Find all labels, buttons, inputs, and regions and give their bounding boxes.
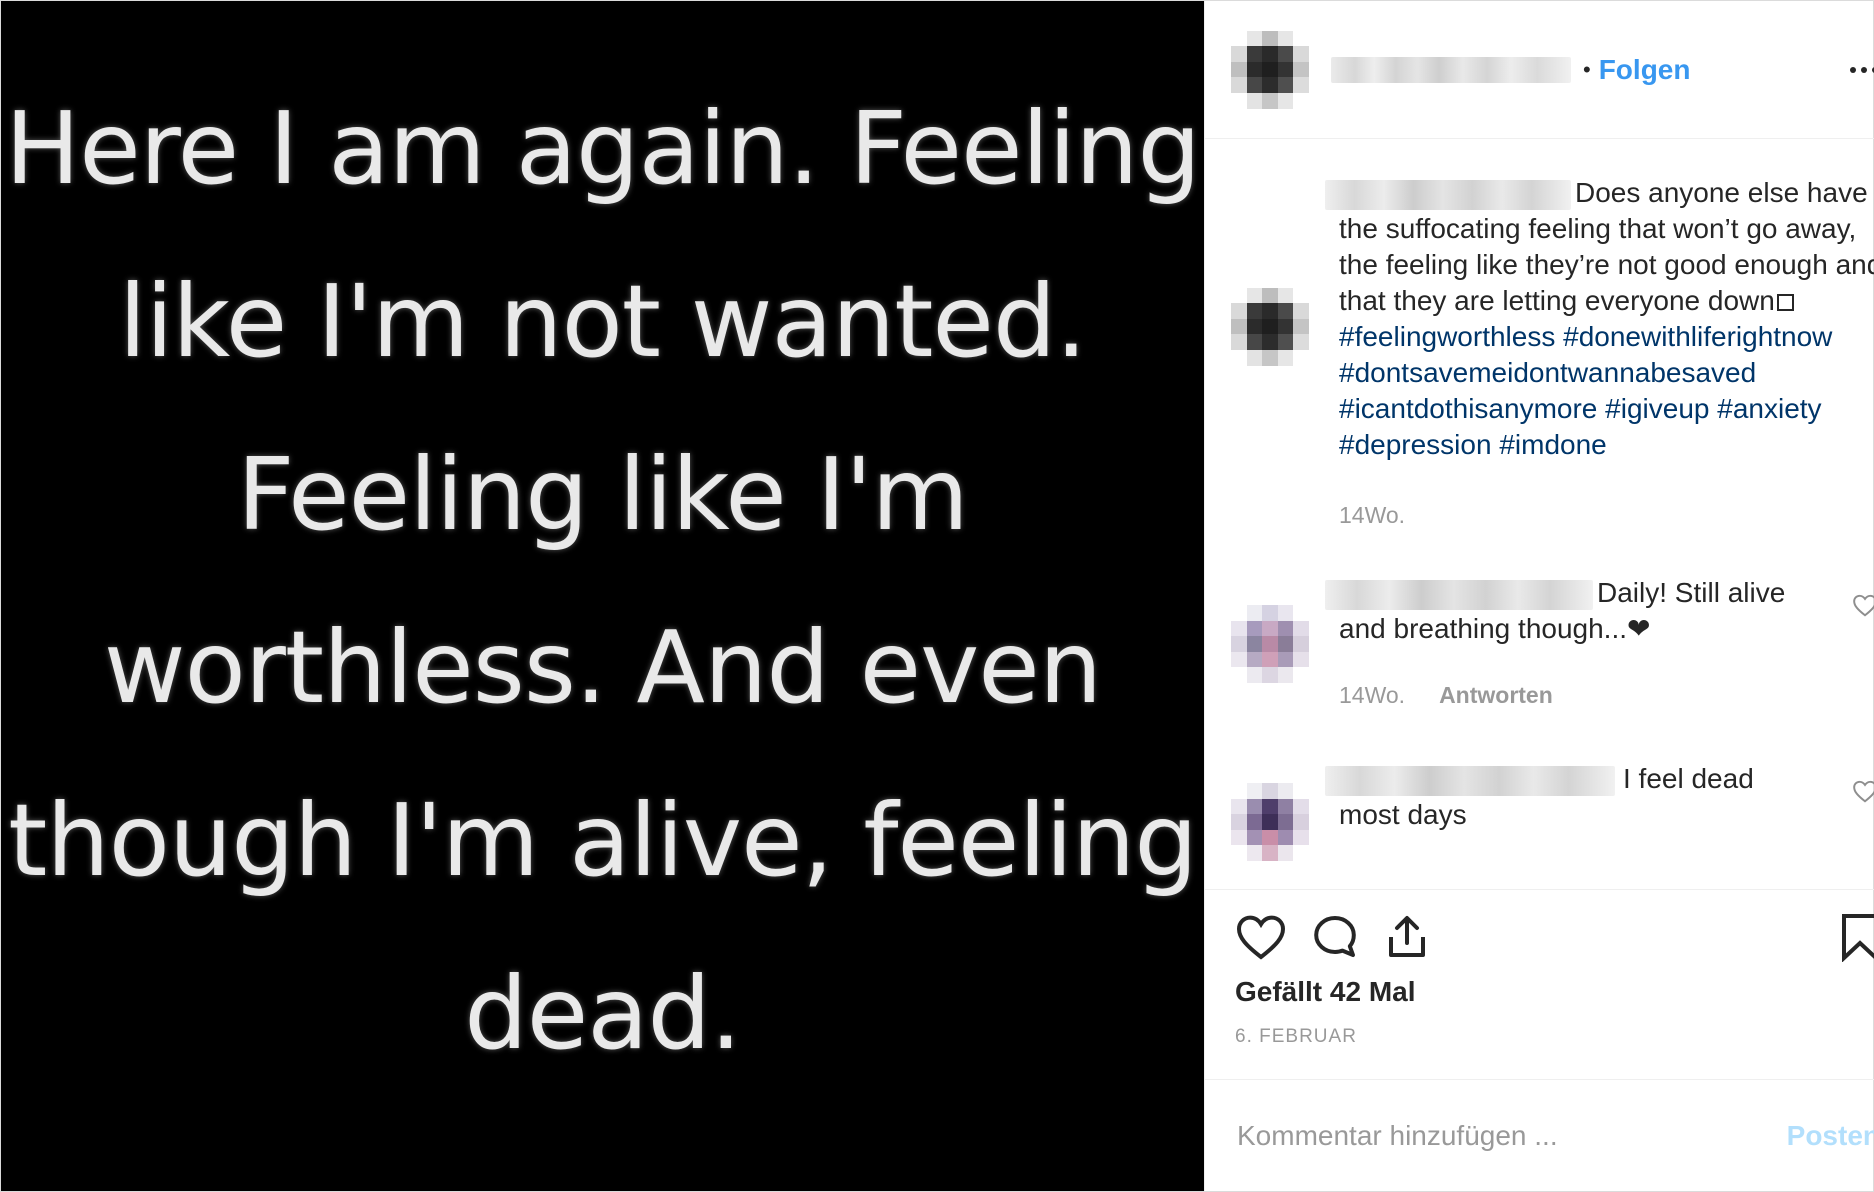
comment-text-wrap: Daily! Still alive and breathing though.… <box>1325 575 1819 647</box>
avatar[interactable] <box>1231 30 1309 109</box>
image-text-line: Feeling like I'm <box>237 436 969 553</box>
hashtag[interactable]: #imdone <box>1499 429 1606 460</box>
post-header: • Folgen <box>1205 1 1874 139</box>
comment-item: I feel dead most days <box>1231 761 1874 861</box>
blurred-username[interactable] <box>1331 56 1571 83</box>
image-text-line: Here I am again. Feeling <box>5 90 1201 207</box>
like-comment-heart-icon[interactable] <box>1852 779 1874 803</box>
post-side-panel: • Folgen Does anyone else have the suffo… <box>1204 1 1874 1191</box>
blurred-username[interactable] <box>1325 765 1615 796</box>
reply-button[interactable]: Antworten <box>1439 677 1553 713</box>
avatar[interactable] <box>1231 783 1309 861</box>
caption-time[interactable]: 14Wo. <box>1339 497 1405 533</box>
hashtag[interactable]: #feelingworthless <box>1339 321 1555 352</box>
post-comment-button[interactable]: Posten <box>1787 1120 1874 1152</box>
blurred-username[interactable] <box>1325 179 1571 210</box>
separator-dot: • <box>1583 56 1591 82</box>
image-text-line: dead. <box>464 955 742 1072</box>
post-image[interactable]: Here I am again. Feeling like I'm not wa… <box>1 1 1204 1191</box>
comment-bubble-icon[interactable] <box>1311 913 1359 961</box>
image-text-line: worthless. And even <box>103 609 1102 726</box>
post-actions: Gefällt 42 Mal 6. FEBRUAR <box>1205 889 1874 1079</box>
add-comment-bar: Posten <box>1205 1079 1874 1191</box>
bookmark-icon[interactable] <box>1840 912 1874 962</box>
comment-body: Daily! Still alive and breathing though.… <box>1325 575 1819 713</box>
comment-body: I feel dead most days <box>1325 761 1819 861</box>
comments-list[interactable]: Does anyone else have the suffocating fe… <box>1205 139 1874 889</box>
more-horizontal-icon[interactable] <box>1844 61 1874 79</box>
hashtag[interactable]: #icantdothisanymore <box>1339 393 1597 424</box>
caption-text: Does anyone else have the suffocating fe… <box>1325 175 1874 463</box>
comment-time[interactable]: 14Wo. <box>1339 677 1405 713</box>
follow-button[interactable]: Folgen <box>1599 54 1691 86</box>
action-bar <box>1235 910 1874 964</box>
likes-count[interactable]: Gefällt 42 Mal <box>1235 976 1874 1008</box>
image-text-line: though I'm alive, feeling <box>8 782 1198 899</box>
comment-item: Daily! Still alive and breathing though.… <box>1231 575 1874 713</box>
avatar[interactable] <box>1231 605 1309 683</box>
hashtag[interactable]: #donewithliferightnow <box>1563 321 1832 352</box>
image-text-line: like I'm not wanted. <box>118 263 1087 380</box>
comment-input[interactable] <box>1235 1118 1787 1153</box>
caption-body: Does anyone else have the suffocating fe… <box>1325 175 1874 533</box>
comment-meta: 14Wo. Antworten <box>1339 677 1819 713</box>
caption: Does anyone else have the suffocating fe… <box>1231 175 1874 533</box>
like-comment-heart-icon[interactable] <box>1852 593 1874 617</box>
like-heart-icon[interactable] <box>1235 913 1287 961</box>
missing-glyph-icon <box>1776 294 1794 311</box>
hashtag[interactable]: #anxiety <box>1717 393 1821 424</box>
share-icon[interactable] <box>1383 913 1431 961</box>
hashtag[interactable]: #igiveup <box>1605 393 1709 424</box>
hashtag[interactable]: #depression <box>1339 429 1492 460</box>
instagram-post-window: Here I am again. Feeling like I'm not wa… <box>0 0 1874 1192</box>
post-image-text: Here I am again. Feeling like I'm not wa… <box>1 62 1204 1100</box>
hashtag[interactable]: #dontsavemeidontwannabesaved <box>1339 357 1756 388</box>
caption-meta: 14Wo. <box>1339 497 1874 533</box>
avatar[interactable] <box>1231 287 1309 366</box>
blurred-username[interactable] <box>1325 579 1593 610</box>
comment-text-wrap: I feel dead most days <box>1325 761 1819 833</box>
post-date[interactable]: 6. FEBRUAR <box>1235 1026 1874 1048</box>
